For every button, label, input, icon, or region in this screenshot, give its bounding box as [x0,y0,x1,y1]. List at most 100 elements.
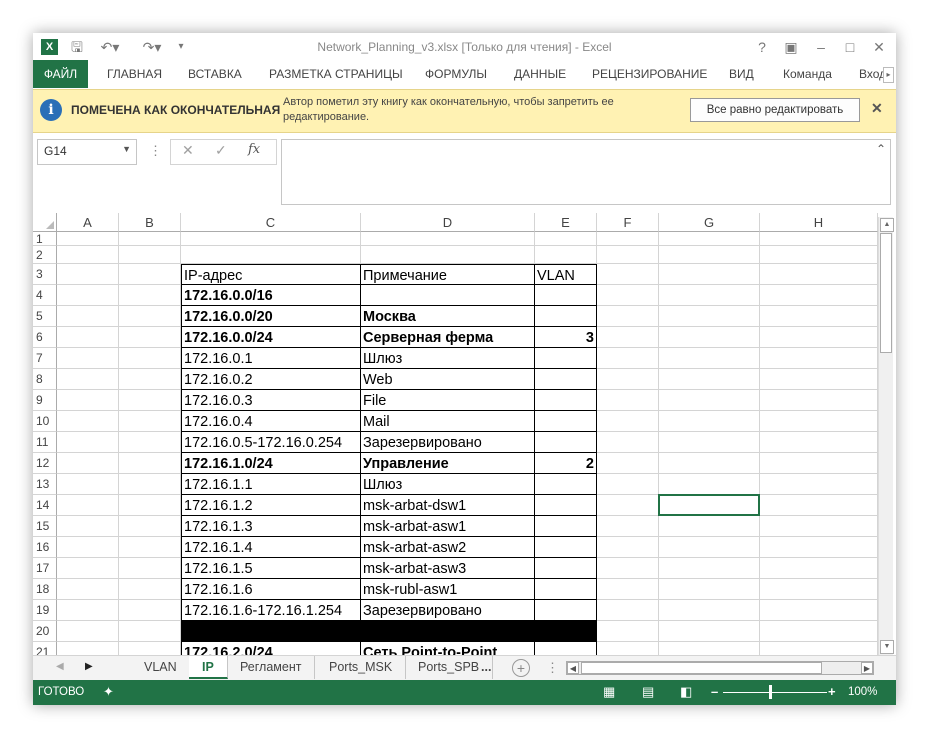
cell-a11[interactable] [57,432,119,453]
cell-f14[interactable] [597,495,659,516]
cell-e14[interactable] [535,495,597,516]
cell-c17[interactable]: 172.16.1.5 [181,558,361,579]
cell-c21[interactable]: 172.16.2.0/24 [181,642,361,655]
scroll-down-icon[interactable]: ▼ [880,640,894,654]
cell-d3[interactable]: Примечание [361,264,535,285]
row-header[interactable]: 5 [33,306,57,327]
normal-view-icon[interactable]: ▦ [603,684,615,700]
cell-c11[interactable]: 172.16.0.5-172.16.0.254 [181,432,361,453]
tab-formulas[interactable]: ФОРМУЛЫ [425,60,487,88]
cell-h9[interactable] [760,390,878,411]
cell-d16[interactable]: msk-arbat-asw2 [361,537,535,558]
cell-b14[interactable] [119,495,181,516]
cell-f3[interactable] [597,264,659,285]
cell-d8[interactable]: Web [361,369,535,390]
cell-b4[interactable] [119,285,181,306]
cell-d13[interactable]: Шлюз [361,474,535,495]
cell-d21[interactable]: Сеть Point-to-Point [361,642,535,655]
cell-c20[interactable] [181,621,361,642]
cell-b8[interactable] [119,369,181,390]
cell-a7[interactable] [57,348,119,369]
cell-a4[interactable] [57,285,119,306]
cell-b18[interactable] [119,579,181,600]
column-header-f[interactable]: F [597,213,659,232]
cell-h14[interactable] [760,495,878,516]
cell-a18[interactable] [57,579,119,600]
page-layout-view-icon[interactable]: ▤ [642,684,654,700]
cell-f10[interactable] [597,411,659,432]
cell-c13[interactable]: 172.16.1.1 [181,474,361,495]
cell-e2[interactable] [535,246,597,264]
horizontal-scrollbar[interactable]: ◀ ▶ [566,661,874,675]
cell-e5[interactable] [535,306,597,327]
cell-g21[interactable] [659,642,760,655]
cell-a10[interactable] [57,411,119,432]
cell-h12[interactable] [760,453,878,474]
cell-f13[interactable] [597,474,659,495]
cell-c5[interactable]: 172.16.0.0/20 [181,306,361,327]
cell-d17[interactable]: msk-arbat-asw3 [361,558,535,579]
cell-b7[interactable] [119,348,181,369]
cell-c3[interactable]: IP-адрес [181,264,361,285]
row-header[interactable]: 4 [33,285,57,306]
tab-view[interactable]: ВИД [729,60,754,88]
scroll-up-icon[interactable]: ▲ [880,218,894,232]
row-header[interactable]: 13 [33,474,57,495]
cell-a21[interactable] [57,642,119,655]
column-header-e[interactable]: E [535,213,597,232]
minimize-icon[interactable]: – [811,37,831,57]
row-header[interactable]: 14 [33,495,57,516]
cell-g8[interactable] [659,369,760,390]
cell-e16[interactable] [535,537,597,558]
row-header[interactable]: 15 [33,516,57,537]
edit-anyway-button[interactable]: Все равно редактировать [690,98,860,122]
zoom-slider-thumb[interactable] [769,685,772,699]
cell-f11[interactable] [597,432,659,453]
cell-g10[interactable] [659,411,760,432]
cell-a14[interactable] [57,495,119,516]
cell-g19[interactable] [659,600,760,621]
cell-a15[interactable] [57,516,119,537]
cell-a6[interactable] [57,327,119,348]
cell-b3[interactable] [119,264,181,285]
formula-input[interactable]: ⌃ [281,139,891,205]
cell-b10[interactable] [119,411,181,432]
cell-h11[interactable] [760,432,878,453]
cell-g5[interactable] [659,306,760,327]
cell-b19[interactable] [119,600,181,621]
cell-c15[interactable]: 172.16.1.3 [181,516,361,537]
cell-b9[interactable] [119,390,181,411]
row-header[interactable]: 11 [33,432,57,453]
cell-f16[interactable] [597,537,659,558]
sheet-tab-ports-msk[interactable]: Ports_MSK [316,656,407,679]
cell-b13[interactable] [119,474,181,495]
cell-f18[interactable] [597,579,659,600]
cell-c9[interactable]: 172.16.0.3 [181,390,361,411]
ribbon-scroll-right-icon[interactable]: ▸ [883,67,894,83]
row-header[interactable]: 12 [33,453,57,474]
cell-h5[interactable] [760,306,878,327]
cell-a20[interactable] [57,621,119,642]
prev-sheet-icon[interactable]: ◀ [56,661,64,672]
cell-e18[interactable] [535,579,597,600]
cell-d18[interactable]: msk-rubl-asw1 [361,579,535,600]
cell-g13[interactable] [659,474,760,495]
chevron-down-icon[interactable]: ▼ [122,144,131,154]
cell-g11[interactable] [659,432,760,453]
cell-b12[interactable] [119,453,181,474]
cell-b2[interactable] [119,246,181,264]
select-all-corner[interactable] [33,213,57,232]
cell-c14[interactable]: 172.16.1.2 [181,495,361,516]
cell-g4[interactable] [659,285,760,306]
cell-h19[interactable] [760,600,878,621]
cell-b5[interactable] [119,306,181,327]
row-header[interactable]: 18 [33,579,57,600]
cell-g2[interactable] [659,246,760,264]
row-header[interactable]: 10 [33,411,57,432]
cell-c12[interactable]: 172.16.1.0/24 [181,453,361,474]
row-header[interactable]: 19 [33,600,57,621]
sheet-tab-reglament[interactable]: Регламент [227,656,316,679]
cell-d12[interactable]: Управление [361,453,535,474]
row-header[interactable]: 3 [33,264,57,285]
cell-c18[interactable]: 172.16.1.6 [181,579,361,600]
